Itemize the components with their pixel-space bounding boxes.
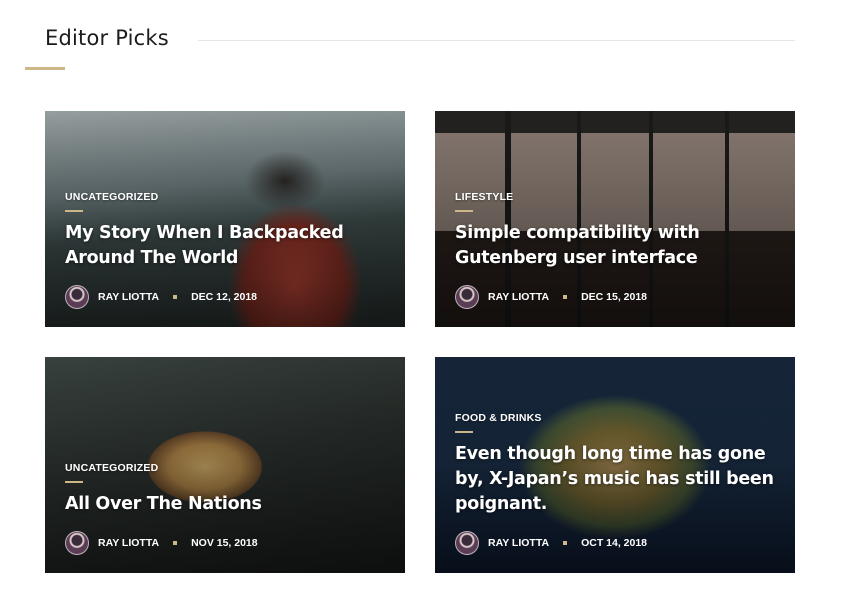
post-card[interactable]: UNCATEGORIZED All Over The Nations RAY L… (45, 357, 405, 573)
category-link[interactable]: LIFESTYLE (455, 191, 513, 203)
post-meta: RAY LIOTTA DEC 12, 2018 (65, 285, 385, 309)
post-title[interactable]: Even though long time has gone by, X-Jap… (455, 442, 775, 517)
category-underline (65, 481, 83, 483)
post-date: DEC 12, 2018 (191, 291, 258, 303)
post-meta: RAY LIOTTA DEC 15, 2018 (455, 285, 775, 309)
post-date: DEC 15, 2018 (581, 291, 648, 303)
post-date: OCT 14, 2018 (581, 537, 648, 549)
section-divider (198, 40, 795, 41)
post-title[interactable]: Simple compatibility with Gutenberg user… (455, 221, 775, 271)
post-meta: RAY LIOTTA NOV 15, 2018 (65, 531, 385, 555)
post-title[interactable]: My Story When I Backpacked Around The Wo… (65, 221, 385, 271)
section-title: Editor Picks (45, 26, 169, 50)
section-accent-bar (25, 67, 65, 70)
post-card[interactable]: UNCATEGORIZED My Story When I Backpacked… (45, 111, 405, 327)
author-link[interactable]: RAY LIOTTA (488, 537, 549, 549)
meta-separator (173, 295, 178, 299)
meta-separator (563, 541, 568, 545)
post-meta: RAY LIOTTA OCT 14, 2018 (455, 531, 775, 555)
author-avatar[interactable] (455, 285, 479, 309)
post-date: NOV 15, 2018 (191, 537, 258, 549)
meta-separator (173, 541, 178, 545)
category-link[interactable]: UNCATEGORIZED (65, 462, 158, 474)
category-link[interactable]: FOOD & DRINKS (455, 412, 542, 424)
post-title[interactable]: All Over The Nations (65, 492, 385, 517)
author-avatar[interactable] (65, 285, 89, 309)
meta-separator (563, 295, 568, 299)
category-link[interactable]: UNCATEGORIZED (65, 191, 158, 203)
post-card[interactable]: FOOD & DRINKS Even though long time has … (435, 357, 795, 573)
category-underline (455, 210, 473, 212)
author-avatar[interactable] (65, 531, 89, 555)
author-link[interactable]: RAY LIOTTA (98, 537, 159, 549)
post-card[interactable]: LIFESTYLE Simple compatibility with Gute… (435, 111, 795, 327)
author-link[interactable]: RAY LIOTTA (98, 291, 159, 303)
category-underline (65, 210, 83, 212)
category-underline (455, 431, 473, 433)
author-avatar[interactable] (455, 531, 479, 555)
author-link[interactable]: RAY LIOTTA (488, 291, 549, 303)
